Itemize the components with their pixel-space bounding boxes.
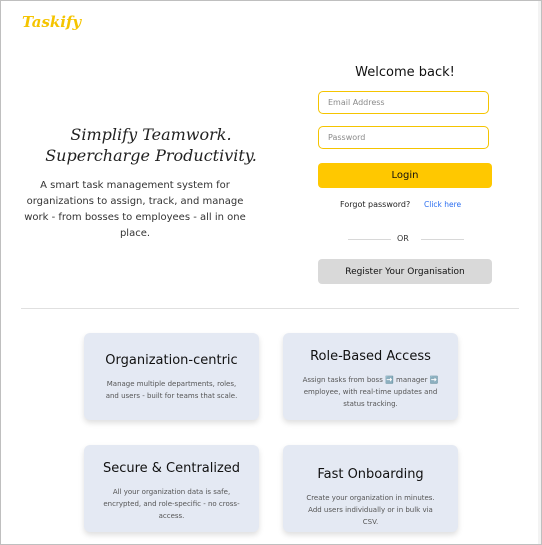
- section-divider: [21, 308, 519, 309]
- feature-card-description: Create your organization in minutes. Add…: [306, 494, 435, 526]
- hero-title: Simplify Teamwork. Supercharge Productiv…: [41, 124, 261, 166]
- feature-card-role-access: Role-Based Access Assign tasks from boss…: [283, 333, 458, 420]
- forgot-password-text: Forgot password?: [340, 200, 411, 209]
- feature-card-title: Organization-centric: [105, 353, 238, 368]
- hero-title-line-1: Simplify Teamwork.: [70, 125, 232, 144]
- register-organisation-button[interactable]: Register Your Organisation: [318, 259, 492, 284]
- feature-card-title: Fast Onboarding: [317, 467, 424, 482]
- feature-card-title: Secure & Centralized: [102, 461, 241, 476]
- or-divider-text: OR: [397, 234, 409, 243]
- app-window: Taskify Simplify Teamwork. Supercharge P…: [0, 0, 542, 545]
- feature-card-title: Role-Based Access: [310, 349, 431, 364]
- or-divider-left: [348, 239, 391, 240]
- email-field[interactable]: [318, 91, 489, 114]
- hero-title-line-2: Supercharge Productivity.: [45, 146, 257, 165]
- password-field[interactable]: [318, 126, 489, 149]
- feature-card-onboarding: Fast Onboarding Create your organization…: [283, 445, 458, 532]
- vertical-scrollbar[interactable]: [538, 1, 541, 544]
- feature-card-description: All your organization data is safe, encr…: [103, 488, 240, 520]
- feature-card-organization: Organization-centric Manage multiple dep…: [84, 333, 259, 420]
- feature-card-description: Manage multiple departments, roles, and …: [105, 380, 238, 400]
- feature-card-description: Assign tasks from boss ➡️ manager ➡️ emp…: [302, 376, 439, 408]
- brand-logo[interactable]: Taskify: [22, 13, 81, 31]
- hero-description: A smart task management system for organ…: [24, 180, 246, 239]
- feature-card-security: Secure & Centralized All your organizati…: [84, 445, 259, 532]
- login-button[interactable]: Login: [318, 163, 492, 188]
- forgot-password-link[interactable]: Click here: [424, 200, 461, 209]
- or-divider-right: [421, 239, 464, 240]
- login-heading: Welcome back!: [355, 65, 455, 80]
